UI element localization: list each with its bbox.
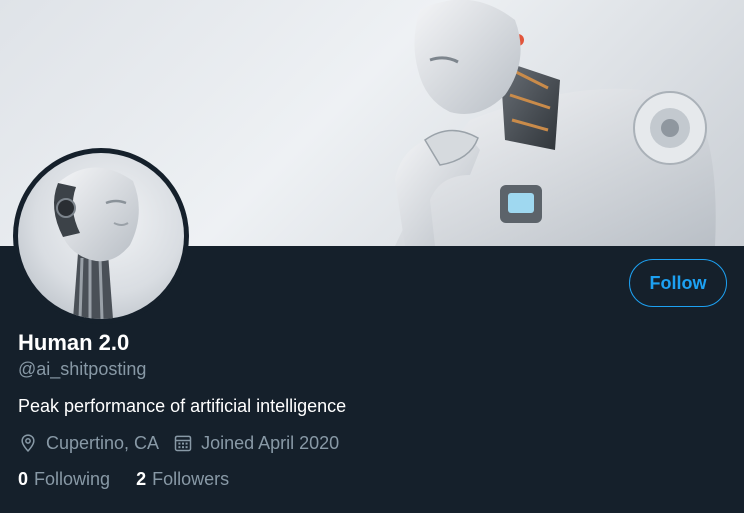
location-item: Cupertino, CA — [18, 433, 159, 454]
joined-text: Joined April 2020 — [201, 432, 340, 453]
following-label: Following — [34, 469, 111, 489]
profile-meta: Cupertino, CA Joined April 2020 — [18, 431, 353, 455]
profile-avatar[interactable] — [13, 148, 189, 324]
user-handle: @ai_shitposting — [18, 359, 147, 379]
location-pin-icon — [21, 434, 35, 452]
follow-button[interactable]: Follow — [629, 259, 727, 307]
robot-head-illustration — [54, 167, 139, 319]
joined-item: Joined April 2020 — [173, 433, 339, 454]
following-count: 0 — [18, 469, 29, 489]
followers-count: 2 — [136, 469, 147, 489]
avatar-image — [18, 153, 184, 319]
calendar-icon — [174, 435, 192, 452]
location-text: Cupertino, CA — [46, 432, 160, 453]
followers-link[interactable]: 2 Followers — [136, 469, 229, 490]
profile-bio: Peak performance of artificial intellige… — [18, 396, 347, 416]
follow-stats: 0 Following 2 Followers — [18, 469, 255, 490]
following-link[interactable]: 0 Following — [18, 469, 110, 490]
followers-label: Followers — [152, 469, 230, 489]
display-name: Human 2.0 — [18, 330, 130, 355]
